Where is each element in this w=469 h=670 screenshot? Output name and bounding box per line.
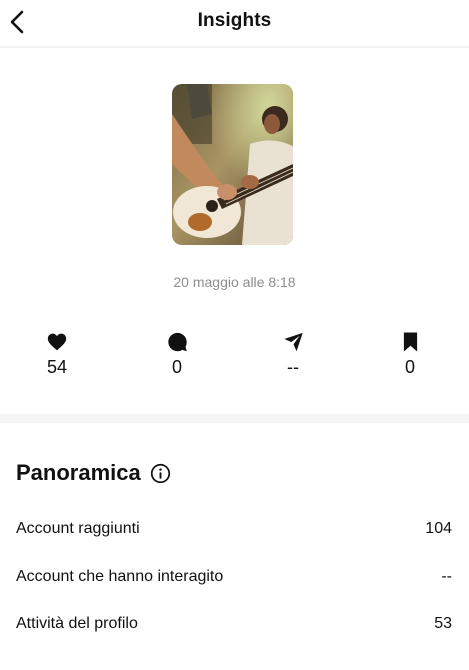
post-thumbnail[interactable] xyxy=(172,84,293,245)
heart-icon xyxy=(47,333,67,351)
overview-title: Panoramica xyxy=(16,460,171,486)
bookmark-icon xyxy=(403,332,417,352)
accounts-reached-label: Account raggiunti xyxy=(16,520,140,537)
accounts-engaged-value: -- xyxy=(441,568,452,585)
page-title: Insights xyxy=(197,10,272,31)
guitarist-photo xyxy=(172,84,293,245)
accounts-reached-value: 104 xyxy=(425,520,452,537)
accounts-reached-row[interactable]: Account raggiunti 104 xyxy=(16,517,452,541)
accounts-engaged-label: Account che hanno interagito xyxy=(16,568,224,585)
profile-activity-row[interactable]: Attività del profilo 53 xyxy=(16,612,452,636)
header-divider xyxy=(0,46,469,48)
post-date: 20 maggio alle 8:18 xyxy=(173,274,296,290)
send-icon xyxy=(283,332,303,352)
likes-metric: 54 xyxy=(27,331,87,378)
profile-activity-value: 53 xyxy=(434,615,452,632)
accounts-engaged-row[interactable]: Account che hanno interagito -- xyxy=(16,565,452,589)
shares-metric: -- xyxy=(263,331,323,378)
likes-count: 54 xyxy=(46,357,68,377)
shares-count: -- xyxy=(287,357,299,377)
top-bar: Insights xyxy=(0,0,469,46)
profile-activity-label: Attività del profilo xyxy=(16,615,138,632)
saves-metric: 0 xyxy=(380,331,440,378)
saves-count: 0 xyxy=(404,357,415,377)
section-divider xyxy=(0,414,469,423)
info-icon[interactable] xyxy=(150,463,171,484)
overview-title-text: Panoramica xyxy=(16,460,141,485)
comments-metric: 0 xyxy=(147,331,207,378)
comment-icon xyxy=(167,332,187,352)
comments-count: 0 xyxy=(171,357,182,377)
